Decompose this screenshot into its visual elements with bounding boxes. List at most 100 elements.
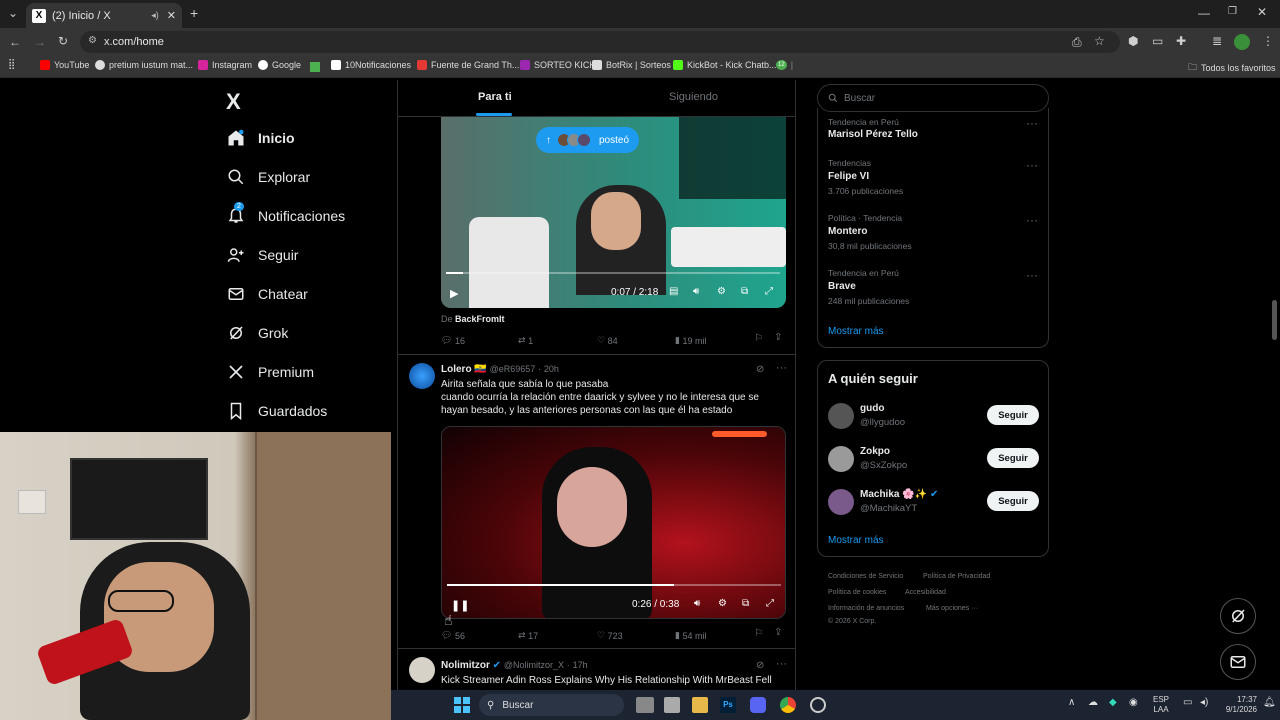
views-button[interactable]: ▮ 54 mil <box>675 630 706 641</box>
audio-icon[interactable]: ◂) <box>151 10 159 21</box>
minimize-icon[interactable]: — <box>1198 6 1210 20</box>
pip-icon[interactable]: ⧉ <box>741 286 748 297</box>
repost-button[interactable]: ⇄ 17 <box>518 630 538 641</box>
play-icon[interactable]: ▶ <box>450 287 458 300</box>
messages-float-button[interactable] <box>1220 644 1256 680</box>
nav-item-notificaciones[interactable]: 2 Notificaciones <box>226 202 345 226</box>
more-icon[interactable]: ··· <box>1026 213 1038 227</box>
follow-button[interactable]: Seguir <box>987 448 1039 468</box>
puzzle-icon[interactable]: ✚ <box>1176 34 1186 48</box>
follow-name[interactable]: Machika 🌸✨ ✔ <box>860 489 938 500</box>
fullscreen-icon[interactable]: ⤢ <box>766 598 774 609</box>
back-icon[interactable]: ← <box>9 35 21 49</box>
volume-icon[interactable]: 🔊︎ <box>694 598 700 609</box>
grok-icon[interactable]: ⊘ <box>756 364 764 375</box>
settings-icon[interactable]: ⚙ <box>718 598 727 609</box>
avatar[interactable] <box>828 403 854 429</box>
nav-item-explorar[interactable]: Explorar <box>226 167 310 187</box>
reading-list-icon[interactable]: ≣ <box>1212 34 1222 48</box>
nav-item-inicio[interactable]: Inicio <box>226 128 295 148</box>
bookmark-icon[interactable]: ⚐ <box>754 333 763 344</box>
tray-icon[interactable]: ◉ <box>1129 697 1138 708</box>
share-icon[interactable]: ⇪ <box>774 627 782 638</box>
install-icon[interactable]: ⎙ <box>1072 35 1082 50</box>
extension-icon[interactable]: ▭ <box>1152 34 1163 48</box>
grok-icon[interactable]: ⊘ <box>756 660 764 671</box>
video-progress-track[interactable] <box>446 272 780 274</box>
fullscreen-icon[interactable]: ⤢ <box>765 286 773 297</box>
file-explorer-icon[interactable] <box>692 697 708 713</box>
apps-icon[interactable]: ⣿ <box>8 59 15 70</box>
tray-icon[interactable]: ◆ <box>1109 697 1117 708</box>
tab-para-ti[interactable]: Para ti <box>478 91 512 103</box>
views-button[interactable]: ▮ 19 mil <box>675 335 706 346</box>
bookmark-pretium[interactable]: pretium iustum mat... <box>95 60 193 70</box>
app-icon[interactable] <box>810 697 826 713</box>
tab-siguiendo[interactable]: Siguiendo <box>669 91 718 103</box>
tab-search-icon[interactable]: ⌄ <box>8 6 18 20</box>
restore-icon[interactable]: ❐ <box>1228 6 1237 17</box>
like-button[interactable]: ♡ 723 <box>597 630 623 641</box>
author-name[interactable]: Lolero <box>441 364 472 375</box>
site-info-icon[interactable]: ⚙ <box>88 35 97 46</box>
bookmark-youtube[interactable]: YouTube <box>40 60 89 70</box>
volume-icon[interactable]: 🔊︎ <box>693 286 699 297</box>
star-icon[interactable]: ☆ <box>1094 34 1105 48</box>
browser-tab[interactable]: X (2) Inicio / X ◂) ✕ <box>26 3 182 28</box>
app-icon[interactable] <box>664 697 680 713</box>
network-icon[interactable]: ▭ <box>1183 697 1192 708</box>
more-icon[interactable]: ··· <box>1026 158 1038 172</box>
author-name[interactable]: Nolimitzor <box>441 660 490 671</box>
video-player-2[interactable]: ❚❚ 0:26 / 0:38 🔊︎ ⚙ ⧉ ⤢ <box>441 426 786 619</box>
nav-item-grok[interactable]: Grok <box>226 323 288 343</box>
trend-name[interactable]: Montero <box>828 226 867 237</box>
footer-link[interactable]: Política de Privacidad <box>923 573 990 580</box>
more-icon[interactable]: ··· <box>776 658 787 670</box>
avatar[interactable] <box>828 446 854 472</box>
more-icon[interactable]: ··· <box>1026 116 1038 130</box>
footer-link[interactable]: Política de cookies <box>828 589 886 596</box>
bookmark-10notificaciones[interactable]: 10Notificaciones <box>331 60 411 70</box>
nav-item-chatear[interactable]: Chatear <box>226 284 308 304</box>
bookmark-kickbot[interactable]: KickBot - Kick Chatb... <box>673 60 777 70</box>
clock[interactable]: 17:37 9/1/2026 <box>1217 695 1257 715</box>
bookmark-botrix[interactable]: BotRix | Sorteos <box>592 60 671 70</box>
all-bookmarks[interactable]: 🗀 Todos los favoritos <box>1188 60 1276 76</box>
grok-float-button[interactable] <box>1220 598 1256 634</box>
follow-button[interactable]: Seguir <box>987 491 1039 511</box>
bookmark-instagram[interactable]: Instagram <box>198 60 252 70</box>
new-tab-icon[interactable]: + <box>190 5 198 21</box>
footer-link[interactable]: Accesibilidad <box>905 589 946 596</box>
window-close-icon[interactable]: ✕ <box>1257 5 1267 19</box>
trend-name[interactable]: Felipe VI <box>828 171 869 182</box>
nav-item-seguir[interactable]: Seguir <box>226 245 298 265</box>
tweet-time[interactable]: 20h <box>544 364 559 374</box>
avatar[interactable] <box>828 489 854 515</box>
repost-button[interactable]: ⇄ 1 <box>518 335 533 346</box>
settings-icon[interactable]: ⚙ <box>717 286 726 297</box>
bookmark-sorteo-kick[interactable]: SORTEO KICK <box>520 60 595 70</box>
author-handle[interactable]: @Nolimitzor_X <box>504 660 564 670</box>
bookmark-google[interactable]: Google <box>258 60 301 70</box>
more-icon[interactable]: ··· <box>776 362 787 374</box>
show-more-trends[interactable]: Mostrar más <box>828 326 884 337</box>
bookmark-12[interactable]: 12 | <box>776 60 793 70</box>
trend-name[interactable]: Brave <box>828 281 856 292</box>
follow-name[interactable]: gudo <box>860 403 884 414</box>
task-view-icon[interactable] <box>636 697 654 713</box>
chrome-icon[interactable] <box>780 697 796 713</box>
avatar[interactable] <box>409 657 435 683</box>
footer-link[interactable]: Más opciones ··· <box>926 605 978 612</box>
trend-name[interactable]: Marisol Pérez Tello <box>828 129 918 140</box>
footer-link[interactable]: Condiciones de Servicio <box>828 573 903 580</box>
photoshop-icon[interactable]: Ps <box>720 697 736 713</box>
extension-shield-icon[interactable]: ⬢ <box>1128 34 1138 48</box>
tweet-time[interactable]: 17h <box>573 660 588 670</box>
reply-button[interactable]: 💬︎ 16 <box>441 335 465 346</box>
reply-button[interactable]: 💬︎ 56 <box>441 630 465 641</box>
reload-icon[interactable]: ↻ <box>58 34 68 48</box>
follow-name[interactable]: Zokpo <box>860 446 890 457</box>
tab-close-icon[interactable]: ✕ <box>167 9 176 22</box>
language-indicator[interactable]: ESP LAA <box>1153 695 1169 715</box>
tray-icon[interactable]: ☁ <box>1088 697 1098 708</box>
